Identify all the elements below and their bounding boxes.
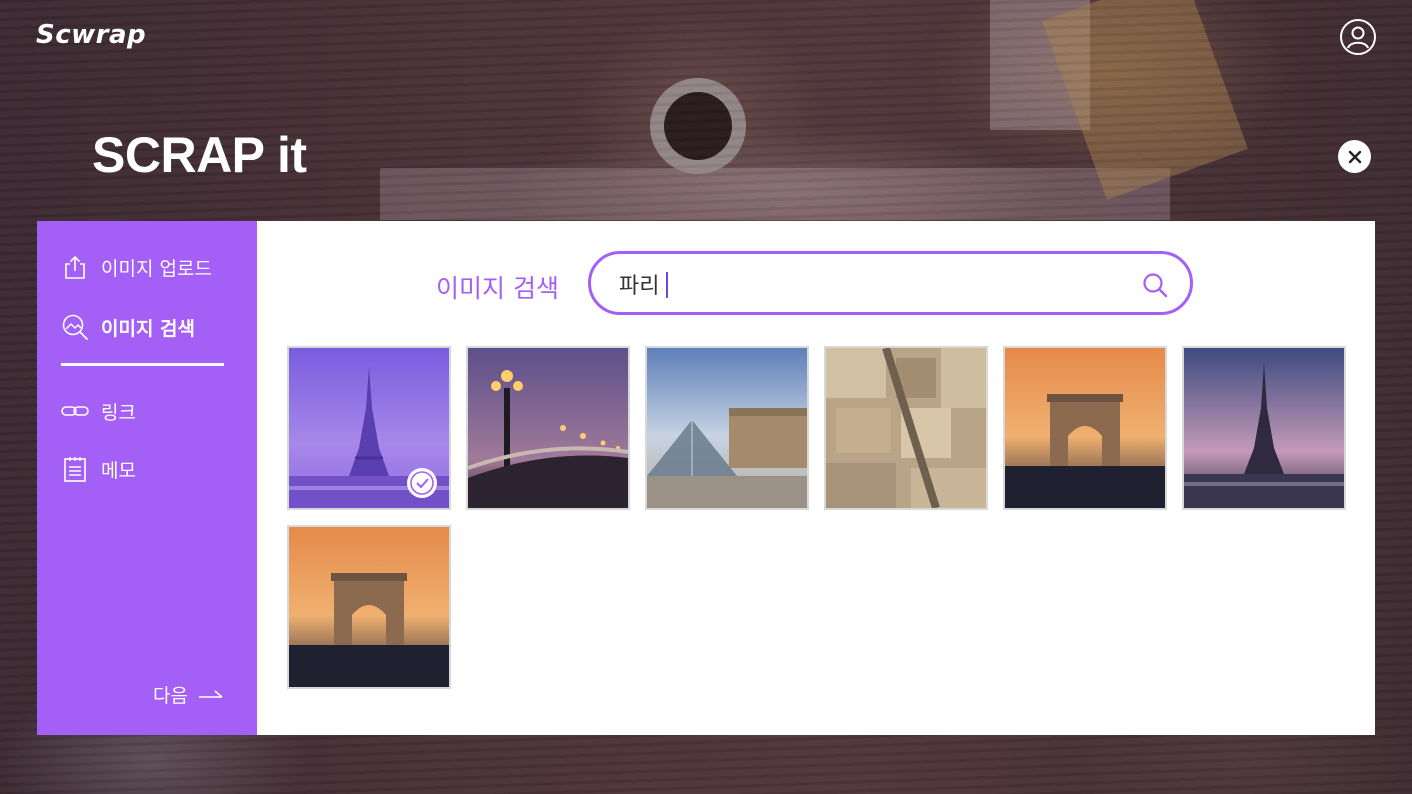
sidebar-item-label: 이미지 검색 (101, 317, 196, 340)
close-icon (1348, 150, 1361, 163)
background-coffee-cup (650, 78, 746, 174)
image-result-arc-de-triomphe-2[interactable] (287, 525, 451, 689)
image-thumbnail (1184, 348, 1344, 508)
arrow-right-icon (198, 689, 223, 698)
user-profile-button[interactable] (1340, 19, 1376, 55)
sidebar-item-image-upload[interactable]: 이미지 업로드 (61, 253, 212, 281)
search-icon[interactable] (1141, 271, 1169, 299)
image-result-paris-rooftops[interactable] (824, 346, 988, 510)
sidebar: 이미지 업로드 이미지 검색 링크 메모 다음 (37, 221, 257, 735)
image-result-louvre[interactable] (645, 346, 809, 510)
text-caret (666, 272, 668, 298)
active-tab-underline (61, 363, 224, 366)
sidebar-item-memo[interactable]: 메모 (61, 455, 136, 483)
app-logo[interactable]: Scwrap (36, 20, 146, 50)
search-content: 이미지 검색 (257, 221, 1375, 735)
background-map (380, 168, 1170, 220)
image-thumbnail (647, 348, 807, 508)
image-result-arc-de-triomphe[interactable] (1003, 346, 1167, 510)
memo-icon (61, 455, 89, 483)
sidebar-item-image-search[interactable]: 이미지 검색 (61, 313, 195, 341)
sidebar-item-label: 메모 (101, 459, 136, 482)
image-result-pont-alexandre[interactable] (466, 346, 630, 510)
image-result-eiffel-purple[interactable] (287, 346, 451, 510)
close-button[interactable] (1338, 140, 1371, 173)
page-title: SCRAP it (92, 127, 307, 183)
next-label: 다음 (153, 685, 188, 707)
check-icon (410, 471, 434, 495)
sidebar-item-label: 이미지 업로드 (101, 257, 212, 280)
image-thumbnail (1005, 348, 1165, 508)
search-label: 이미지 검색 (436, 274, 559, 303)
image-thumbnail (826, 348, 986, 508)
scrap-modal: 이미지 업로드 이미지 검색 링크 메모 다음 이미지 검색 (37, 221, 1375, 735)
background-paper (990, 0, 1090, 130)
link-icon (61, 397, 89, 425)
sidebar-item-link[interactable]: 링크 (61, 397, 136, 425)
image-thumbnail (468, 348, 628, 508)
image-result-eiffel-dusk[interactable] (1182, 346, 1346, 510)
next-button[interactable]: 다음 (153, 681, 224, 708)
upload-icon (61, 253, 89, 281)
image-thumbnail (289, 527, 449, 687)
search-input[interactable] (619, 268, 1119, 300)
user-icon (1347, 26, 1369, 49)
background-notebook (1042, 0, 1248, 200)
selected-check (407, 468, 437, 498)
sidebar-item-label: 링크 (101, 401, 136, 424)
search-box[interactable] (588, 251, 1193, 315)
image-search-icon (61, 313, 89, 341)
